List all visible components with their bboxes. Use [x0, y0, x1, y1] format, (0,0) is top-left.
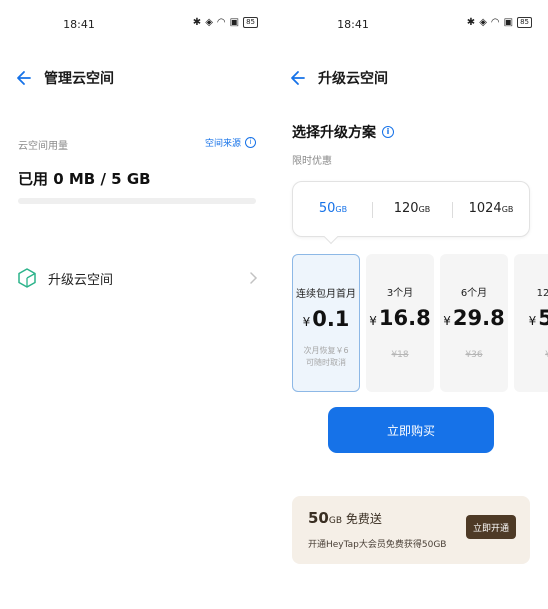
capacity-divider [372, 202, 373, 218]
sim-icon: ▣ [503, 17, 514, 28]
page-header: 管理云空间 [0, 66, 274, 90]
currency-symbol: ¥ [443, 314, 451, 328]
promo-title: 50GB 免费送 [308, 509, 382, 527]
sim-icon: ▣ [229, 17, 240, 28]
page-title: 升级云空间 [318, 71, 388, 87]
plan-name: 3个月 [386, 288, 414, 299]
manage-cloud-screen: 18:41 ✱ ◈ ◠ ▣ 85 管理云空间 云空间用量 空间来源 i 已用 0… [0, 0, 274, 609]
plan-name: 6个月 [460, 288, 488, 299]
plan-note-line: 次月恢复￥6 [303, 346, 349, 355]
promo-unit: GB [328, 516, 343, 526]
wifi-icon: ◠ [216, 17, 226, 28]
back-button[interactable] [290, 66, 308, 90]
original-price: ¥ [545, 350, 548, 360]
capacity-option-120gb[interactable]: 120GB [377, 201, 447, 216]
capacity-unit: GB [418, 205, 431, 214]
promo-amount: 50 [308, 509, 329, 527]
wifi-icon: ◠ [490, 17, 500, 28]
buy-now-button[interactable]: 立即购买 [328, 407, 494, 453]
price-value: 0.1 [312, 307, 350, 331]
battery-icon: 85 [517, 17, 532, 28]
page-title: 管理云空间 [44, 71, 114, 87]
usage-value: 已用 0 MB / 5 GB [18, 170, 151, 188]
plan-6-months[interactable]: 6个月 ¥29.8 ¥36 [440, 254, 508, 392]
upgrade-cloud-row[interactable]: 升级云空间 [18, 264, 258, 292]
capacity-unit: GB [335, 205, 348, 214]
currency-symbol: ¥ [302, 315, 311, 329]
original-price: ¥18 [391, 350, 409, 360]
capacity-option-50gb[interactable]: 50GB [298, 201, 368, 216]
status-icons: ✱ ◈ ◠ ▣ 85 [467, 17, 532, 28]
upgrade-cloud-label: 升级云空间 [48, 272, 114, 288]
plan-price: ¥0.1 [293, 307, 359, 331]
vibrate-icon: ◈ [205, 17, 213, 28]
status-bar: 18:41 ✱ ◈ ◠ ▣ 85 [0, 0, 274, 50]
plan-12-months[interactable]: 12个 ¥58 ¥ [514, 254, 548, 392]
price-value: 58 [538, 306, 548, 330]
price-value: 29.8 [452, 306, 505, 330]
plan-price: ¥29.8 [440, 306, 508, 330]
plan-note: 次月恢复￥6 可随时取消 [293, 345, 359, 369]
capacity-unit: GB [501, 205, 514, 214]
capacity-divider [452, 202, 453, 218]
usage-label: 云空间用量 [18, 141, 68, 152]
vibrate-icon: ◈ [479, 17, 487, 28]
space-source-link[interactable]: 空间来源 i [205, 136, 256, 149]
back-arrow-icon [17, 71, 31, 85]
capacity-value: 1024 [468, 201, 502, 216]
plan-note-line: 可随时取消 [306, 358, 346, 367]
capacity-option-1024gb[interactable]: 1024GB [456, 201, 526, 216]
promo-description: 开通HeyTap大会员免费获得50GB [308, 540, 447, 550]
plan-3-months[interactable]: 3个月 ¥16.8 ¥18 [366, 254, 434, 392]
page-header: 升级云空间 [274, 66, 548, 90]
plan-price: ¥16.8 [366, 306, 434, 330]
info-icon[interactable]: i [382, 126, 394, 138]
capacity-value: 50 [318, 201, 336, 216]
limited-offer-label: 限时优惠 [292, 156, 332, 167]
usage-progress-bar [18, 198, 256, 204]
plan-monthly[interactable]: 连续包月首月 ¥0.1 次月恢复￥6 可随时取消 [292, 254, 360, 392]
status-icons: ✱ ◈ ◠ ▣ 85 [193, 17, 258, 28]
battery-icon: 85 [243, 17, 258, 28]
section-title: 选择升级方案 i [292, 122, 394, 142]
status-time: 18:41 [63, 18, 95, 31]
info-icon: i [245, 137, 256, 148]
upgrade-cloud-screen: 18:41 ✱ ◈ ◠ ▣ 85 升级云空间 选择升级方案 i 限时优惠 50G… [274, 0, 548, 609]
capacity-selector: 50GB 120GB 1024GB [292, 181, 530, 237]
bluetooth-icon: ✱ [466, 17, 476, 28]
chevron-right-icon [250, 272, 258, 284]
currency-symbol: ¥ [369, 314, 377, 328]
space-source-label: 空间来源 [204, 139, 241, 149]
status-bar: 18:41 ✱ ◈ ◠ ▣ 85 [274, 0, 548, 50]
plan-list[interactable]: 连续包月首月 ¥0.1 次月恢复￥6 可随时取消 3个月 ¥16.8 ¥18 6… [292, 254, 548, 392]
plan-price: ¥58 [514, 306, 548, 330]
plan-name: 连续包月首月 [296, 289, 356, 300]
section-title-text: 选择升级方案 [292, 125, 376, 141]
bluetooth-icon: ✱ [192, 17, 202, 28]
cube-icon [18, 268, 36, 288]
back-button[interactable] [16, 66, 34, 90]
status-time: 18:41 [337, 18, 369, 31]
activate-now-button[interactable]: 立即开通 [466, 515, 516, 539]
membership-promo-card: 50GB 免费送 开通HeyTap大会员免费获得50GB 立即开通 [292, 496, 530, 564]
plan-name: 12个 [536, 288, 548, 299]
price-value: 16.8 [378, 306, 431, 330]
back-arrow-icon [291, 71, 305, 85]
original-price: ¥36 [465, 350, 483, 360]
promo-title-suffix: 免费送 [345, 512, 382, 526]
currency-symbol: ¥ [528, 314, 537, 328]
capacity-value: 120 [393, 201, 419, 216]
